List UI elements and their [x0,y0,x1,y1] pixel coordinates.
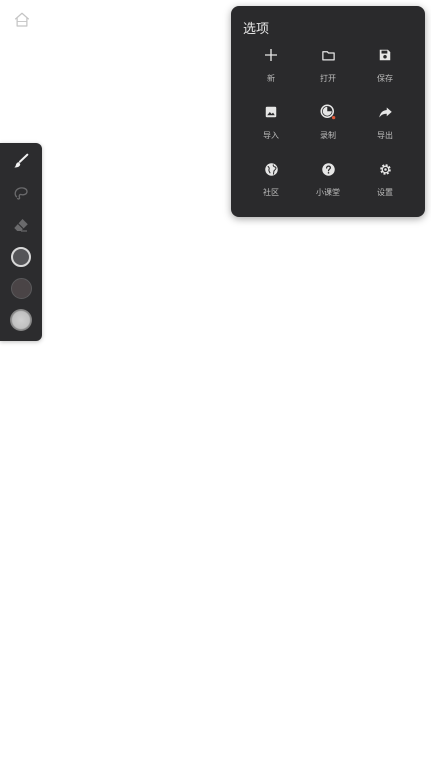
menu-item-settings[interactable]: 设置 [355,160,415,210]
menu-item-export[interactable]: 导出 [355,103,415,153]
folder-icon [319,46,337,64]
menu-item-record[interactable]: 录制 [298,103,358,153]
menu-item-label: 小课堂 [316,188,340,197]
menu-item-label: 设置 [377,188,393,197]
record-icon [319,103,337,121]
menu-item-label: 导入 [263,131,279,140]
color-swatch-1[interactable] [11,247,31,267]
menu-item-community[interactable]: 社区 [241,160,301,210]
save-icon [376,46,394,64]
menu-item-label: 打开 [320,74,336,83]
plus-icon [262,46,280,64]
share-arrow-icon [376,103,394,121]
left-toolbar [0,143,42,341]
help-icon [319,160,337,178]
eraser-icon [12,216,30,238]
menu-item-import[interactable]: 导入 [241,103,301,153]
menu-item-new[interactable]: 新 [241,46,301,96]
menu-title: 选项 [243,22,270,37]
eraser-tool-button[interactable] [9,215,33,239]
lasso-tool-button[interactable] [9,183,33,207]
globe-icon [262,160,280,178]
color-swatch-2[interactable] [11,278,32,299]
menu-item-save[interactable]: 保存 [355,46,415,96]
menu-item-open[interactable]: 打开 [298,46,358,96]
menu-item-label: 录制 [320,131,336,140]
home-button[interactable] [12,12,32,32]
drawing-canvas[interactable]: 选项 新 打开 保存 导入 录制 导出 社区 小课堂 设置 [0,0,431,766]
color-swatch-3[interactable] [10,309,32,331]
menu-item-label: 保存 [377,74,393,83]
menu-item-label: 新 [267,74,275,83]
brush-tool-button[interactable] [9,151,33,175]
menu-item-tutorial[interactable]: 小课堂 [298,160,358,210]
home-icon [13,11,31,33]
image-icon [262,103,280,121]
menu-item-label: 社区 [263,188,279,197]
brush-icon [12,152,30,174]
gear-icon [376,160,394,178]
menu-item-label: 导出 [377,131,393,140]
options-menu: 选项 新 打开 保存 导入 录制 导出 社区 小课堂 设置 [231,6,425,217]
lasso-icon [12,184,30,206]
